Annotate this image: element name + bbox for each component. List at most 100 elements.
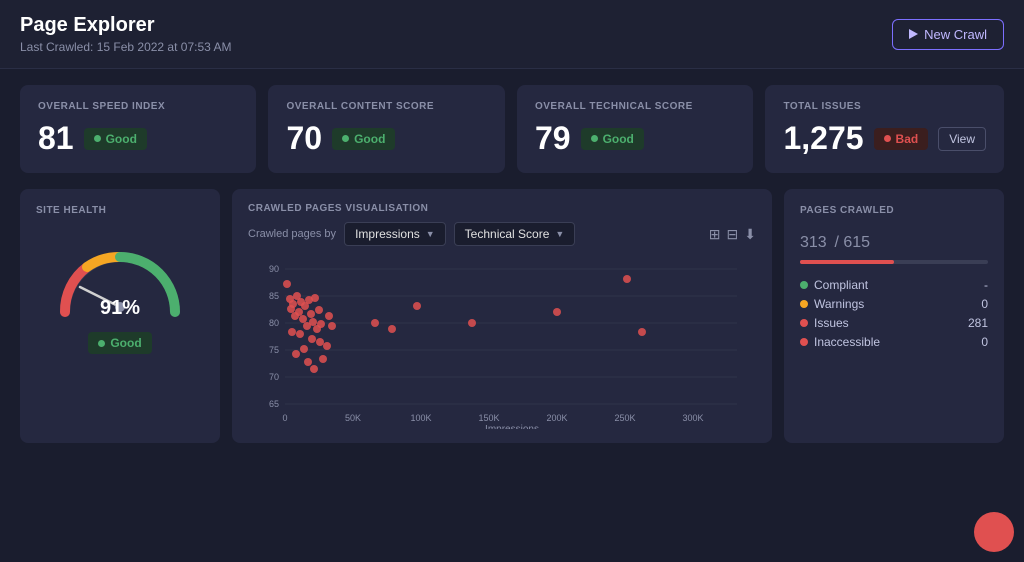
technical-score-badge-dot bbox=[591, 135, 598, 142]
impressions-dropdown-label: Impressions bbox=[355, 227, 420, 241]
svg-text:300K: 300K bbox=[682, 413, 703, 423]
page-title: Page Explorer bbox=[20, 14, 231, 37]
new-crawl-label: New Crawl bbox=[924, 27, 987, 42]
svg-text:200K: 200K bbox=[546, 413, 567, 423]
speed-index-value: 81 bbox=[38, 120, 74, 157]
scatter-chart: 90 85 80 75 70 65 0 50K 100K bbox=[248, 254, 756, 429]
content-score-badge-label: Good bbox=[354, 132, 385, 146]
total-issues-label: TOTAL ISSUES bbox=[783, 101, 986, 112]
pages-crawled-title: PAGES CRAWLED bbox=[800, 205, 988, 216]
gauge-percent: 91% bbox=[100, 297, 140, 320]
svg-text:Impressions: Impressions bbox=[485, 424, 539, 429]
content-score-value: 70 bbox=[286, 120, 322, 157]
site-health-badge-label: Good bbox=[110, 336, 141, 350]
legend-inaccessible: Inaccessible 0 bbox=[800, 335, 988, 349]
technical-score-badge: Good bbox=[581, 128, 644, 150]
svg-text:50K: 50K bbox=[345, 413, 361, 423]
compliant-count: - bbox=[984, 278, 988, 292]
crawled-count: 313 bbox=[800, 234, 827, 251]
total-issues-card: TOTAL ISSUES 1,275 Bad View bbox=[765, 85, 1004, 173]
speed-index-badge: Good bbox=[84, 128, 147, 150]
chart-icons: ⊞ ⊟ ⬇ bbox=[709, 226, 756, 243]
scatter-svg: 90 85 80 75 70 65 0 50K 100K bbox=[248, 254, 756, 429]
speed-index-label: OVERALL SPEED INDEX bbox=[38, 101, 238, 112]
legend-issues: Issues 281 bbox=[800, 316, 988, 330]
technical-score-value-row: 79 Good bbox=[535, 120, 735, 157]
new-crawl-button[interactable]: New Crawl bbox=[892, 19, 1004, 50]
site-health-card: SITE HEALTH 91% bbox=[20, 189, 220, 443]
gauge-container: 91% bbox=[50, 232, 190, 322]
svg-text:65: 65 bbox=[269, 399, 279, 409]
last-crawled-label: Last Crawled: 15 Feb 2022 at 07:53 AM bbox=[20, 40, 231, 54]
chart-download-button[interactable]: ⬇ bbox=[744, 226, 756, 243]
content-score-card: OVERALL CONTENT SCORE 70 Good bbox=[268, 85, 504, 173]
pages-crawled-card: PAGES CRAWLED 313 / 615 Compliant - Warn bbox=[784, 189, 1004, 443]
technical-score-badge-label: Good bbox=[603, 132, 634, 146]
impressions-dropdown[interactable]: Impressions ▼ bbox=[344, 222, 446, 246]
inaccessible-count: 0 bbox=[981, 335, 988, 349]
total-issues-value: 1,275 bbox=[783, 120, 863, 157]
crawled-pages-card: CRAWLED PAGES VISUALISATION Crawled page… bbox=[232, 189, 772, 443]
crawled-progress-fill bbox=[800, 260, 894, 264]
compliant-label: Compliant bbox=[814, 278, 868, 292]
speed-index-badge-dot bbox=[94, 135, 101, 142]
site-health-badge: Good bbox=[88, 332, 151, 354]
crawled-by-label: Crawled pages by bbox=[248, 228, 336, 240]
bottom-row: SITE HEALTH 91% bbox=[20, 189, 1004, 443]
site-health-title: SITE HEALTH bbox=[36, 205, 106, 216]
metric-cards-row: OVERALL SPEED INDEX 81 Good OVERALL CONT… bbox=[20, 85, 1004, 173]
header-left: Page Explorer Last Crawled: 15 Feb 2022 … bbox=[20, 14, 231, 54]
speed-index-value-row: 81 Good bbox=[38, 120, 238, 157]
technical-score-label: OVERALL TECHNICAL SCORE bbox=[535, 101, 735, 112]
svg-text:100K: 100K bbox=[410, 413, 431, 423]
svg-text:250K: 250K bbox=[614, 413, 635, 423]
legend-warnings: Warnings 0 bbox=[800, 297, 988, 311]
svg-text:80: 80 bbox=[269, 318, 279, 328]
warnings-label: Warnings bbox=[814, 297, 864, 311]
header: Page Explorer Last Crawled: 15 Feb 2022 … bbox=[0, 0, 1024, 69]
inaccessible-label: Inaccessible bbox=[814, 335, 880, 349]
total-issues-value-row: 1,275 Bad View bbox=[783, 120, 986, 157]
legend-compliant: Compliant - bbox=[800, 278, 988, 292]
speed-index-card: OVERALL SPEED INDEX 81 Good bbox=[20, 85, 256, 173]
content-score-value-row: 70 Good bbox=[286, 120, 486, 157]
technical-score-dropdown-arrow: ▼ bbox=[555, 229, 564, 239]
total-issues-badge: Bad bbox=[874, 128, 929, 150]
svg-text:0: 0 bbox=[282, 413, 287, 423]
svg-text:75: 75 bbox=[269, 345, 279, 355]
issues-count: 281 bbox=[968, 316, 988, 330]
total-issues-badge-dot bbox=[884, 135, 891, 142]
technical-score-card: OVERALL TECHNICAL SCORE 79 Good bbox=[517, 85, 753, 173]
crawled-total: / 615 bbox=[834, 234, 870, 251]
warnings-dot bbox=[800, 300, 808, 308]
svg-text:70: 70 bbox=[269, 372, 279, 382]
main-content: OVERALL SPEED INDEX 81 Good OVERALL CONT… bbox=[0, 69, 1024, 459]
issues-dot bbox=[800, 319, 808, 327]
chart-grid-button[interactable]: ⊟ bbox=[727, 226, 739, 243]
compliant-dot bbox=[800, 281, 808, 289]
chart-expand-button[interactable]: ⊞ bbox=[709, 226, 721, 243]
issues-label: Issues bbox=[814, 316, 849, 330]
site-health-badge-dot bbox=[98, 340, 105, 347]
warnings-count: 0 bbox=[981, 297, 988, 311]
content-score-badge: Good bbox=[332, 128, 395, 150]
content-score-label: OVERALL CONTENT SCORE bbox=[286, 101, 486, 112]
total-issues-badge-label: Bad bbox=[896, 132, 919, 146]
svg-text:150K: 150K bbox=[478, 413, 499, 423]
pages-crawled-value: 313 / 615 bbox=[800, 222, 988, 254]
total-issues-view-button[interactable]: View bbox=[938, 127, 986, 151]
crawled-viz-title: CRAWLED PAGES VISUALISATION bbox=[248, 203, 756, 214]
technical-score-dropdown[interactable]: Technical Score ▼ bbox=[454, 222, 576, 246]
technical-score-value: 79 bbox=[535, 120, 571, 157]
technical-score-dropdown-label: Technical Score bbox=[465, 227, 550, 241]
inaccessible-dot bbox=[800, 338, 808, 346]
avatar[interactable] bbox=[974, 512, 1014, 552]
svg-text:90: 90 bbox=[269, 264, 279, 274]
play-icon bbox=[909, 29, 918, 39]
svg-text:85: 85 bbox=[269, 291, 279, 301]
content-score-badge-dot bbox=[342, 135, 349, 142]
impressions-dropdown-arrow: ▼ bbox=[426, 229, 435, 239]
speed-index-badge-label: Good bbox=[106, 132, 137, 146]
crawled-controls: Crawled pages by Impressions ▼ Technical… bbox=[248, 222, 756, 246]
crawled-progress-bar bbox=[800, 260, 988, 264]
